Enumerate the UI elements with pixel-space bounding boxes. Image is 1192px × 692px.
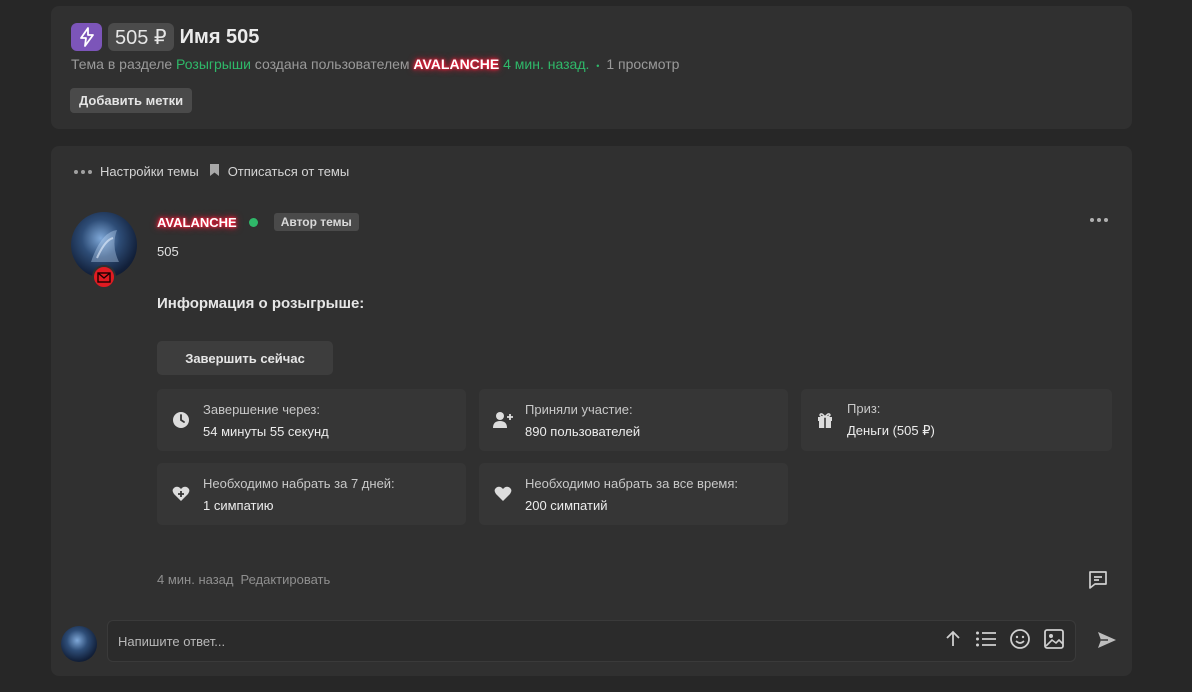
post-footer: 4 мин. назад Редактировать xyxy=(157,572,330,587)
list-icon[interactable] xyxy=(975,630,997,653)
info-value: 890 пользователей xyxy=(525,423,641,439)
reply-toolbar xyxy=(943,628,1065,655)
post-author-row: AVALANCHE Автор темы xyxy=(157,213,359,231)
reply-box xyxy=(107,620,1076,662)
info-card-likes-week: Необходимо набрать за 7 дней: 1 симпатию xyxy=(157,463,466,525)
author-link[interactable]: AVALANCHE xyxy=(413,56,499,72)
gift-icon xyxy=(801,411,847,429)
info-card-end-time: Завершение через: 54 минуты 55 секунд xyxy=(157,389,466,451)
post-menu-icon[interactable] xyxy=(1090,218,1108,222)
info-label: Необходимо набрать за 7 дней: xyxy=(203,475,395,491)
author-tag-badge: Автор темы xyxy=(273,213,359,231)
reply-avatar xyxy=(61,626,97,662)
info-value: 54 минуты 55 секунд xyxy=(203,423,329,439)
thread-header: 505 ₽ Имя 505 Тема в разделе Розыгрыши с… xyxy=(51,6,1132,129)
send-icon[interactable] xyxy=(1097,631,1117,654)
info-card-likes-total: Необходимо набрать за все время: 200 сим… xyxy=(479,463,788,525)
meta-separator: • xyxy=(596,61,600,71)
post-author-name[interactable]: AVALANCHE xyxy=(157,215,237,230)
mail-icon xyxy=(92,265,116,289)
thread-meta: Тема в разделе Розыгрыши создана пользов… xyxy=(71,56,679,72)
giveaway-title: Информация о розыгрыше: xyxy=(157,295,365,312)
finish-now-button[interactable]: Завершить сейчас xyxy=(157,341,333,375)
info-card-participants: Приняли участие: 890 пользователей xyxy=(479,389,788,451)
arrow-up-icon[interactable] xyxy=(943,629,963,654)
heart-icon xyxy=(479,486,525,502)
info-value: 1 симпатию xyxy=(203,497,274,513)
meta-created: создана пользователем xyxy=(254,56,410,72)
bookmark-icon[interactable] xyxy=(209,163,220,180)
heart-plus-icon xyxy=(157,486,203,502)
price-badge: 505 ₽ xyxy=(108,23,174,51)
image-icon[interactable] xyxy=(1043,628,1065,655)
topic-settings-link[interactable]: Настройки темы xyxy=(100,164,199,179)
views-count: 1 просмотр xyxy=(606,56,680,72)
info-label: Необходимо набрать за все время: xyxy=(525,475,739,491)
page-title: Имя 505 xyxy=(179,25,260,48)
info-card-prize: Приз: Деньги (505 ₽) xyxy=(801,389,1112,451)
topic-actions: Настройки темы Отписаться от темы xyxy=(74,163,349,180)
info-label: Приняли участие: xyxy=(525,401,633,417)
bolt-icon xyxy=(71,23,102,51)
quote-reply-icon[interactable] xyxy=(1087,569,1109,596)
section-link[interactable]: Розыгрыши xyxy=(176,56,251,72)
reply-input[interactable] xyxy=(108,633,943,649)
user-plus-icon xyxy=(479,411,525,429)
post-body: 505 xyxy=(157,244,179,259)
thread-title-row: 505 ₽ Имя 505 xyxy=(71,23,259,51)
smile-icon[interactable] xyxy=(1009,628,1031,655)
post-container: Настройки темы Отписаться от темы AVALAN… xyxy=(51,146,1132,676)
info-value: Деньги (505 ₽) xyxy=(847,423,935,438)
online-status-icon xyxy=(248,217,258,227)
unsubscribe-link[interactable]: Отписаться от темы xyxy=(228,164,350,179)
info-label: Завершение через: xyxy=(203,401,320,417)
meta-prefix: Тема в разделе xyxy=(71,56,173,72)
thread-time: 4 мин. назад. xyxy=(503,56,590,72)
add-tags-button[interactable]: Добавить метки xyxy=(70,88,193,113)
post-time[interactable]: 4 мин. назад xyxy=(157,572,233,587)
edit-link[interactable]: Редактировать xyxy=(240,572,330,587)
info-value: 200 симпатий xyxy=(525,497,608,513)
more-dots-icon[interactable] xyxy=(74,169,94,174)
clock-icon xyxy=(157,411,203,429)
info-label: Приз: xyxy=(847,401,881,416)
